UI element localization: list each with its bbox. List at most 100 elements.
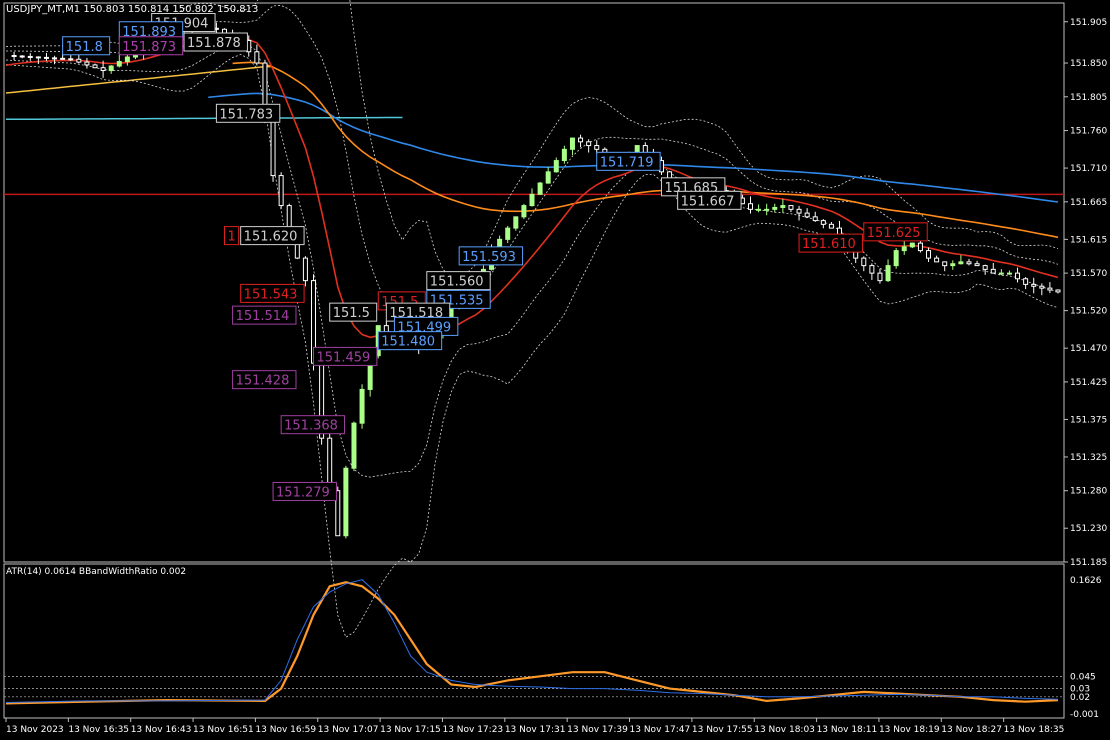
ma-blue-line <box>208 92 1059 203</box>
candle-body <box>537 182 543 195</box>
candle-body <box>529 193 535 207</box>
quote-high: 150.814 <box>127 4 170 15</box>
y-tick-label: 151.710 <box>1070 164 1107 174</box>
price-label-text: 151.480 <box>381 335 435 350</box>
candle-body <box>19 55 25 58</box>
candle-body <box>1031 283 1037 287</box>
atr-line <box>5 581 1059 705</box>
y-tick-label: 151.185 <box>1070 558 1107 568</box>
y-tick-label: 151.570 <box>1070 269 1107 279</box>
price-label-text: 151.543 <box>244 287 298 302</box>
price-label-text: 151.514 <box>236 309 290 324</box>
price-label-text: 151.625 <box>867 226 921 241</box>
candle-body <box>513 216 519 229</box>
y-tick-label: 151.520 <box>1070 307 1107 317</box>
candle-body <box>108 65 114 72</box>
candle-body <box>343 467 349 537</box>
y-tick-label: 151.905 <box>1070 18 1107 28</box>
price-label-text: 151.878 <box>187 36 241 51</box>
candle-body <box>11 55 17 58</box>
bbwr-label: BBandWidthRatio 0.002 <box>78 567 187 577</box>
candle-body <box>869 265 875 274</box>
candle-body <box>1039 285 1045 289</box>
price-chart[interactable]: 151.904151.893151.878151.873151.8151.783… <box>0 0 1110 740</box>
y-tick-label: 151.230 <box>1070 524 1107 534</box>
x-tick-label: 13 Nov 16:43 <box>131 725 192 735</box>
chart-window: 151.904151.893151.878151.873151.8151.783… <box>0 0 1110 740</box>
candle-body <box>958 261 964 265</box>
candle-body <box>43 56 49 59</box>
candle-body <box>1055 289 1061 293</box>
price-label-text: 151.560 <box>430 275 484 290</box>
price-label-text: 151.428 <box>236 374 290 389</box>
candle-body <box>820 220 826 225</box>
candle-body <box>1047 287 1053 291</box>
candle-body <box>877 272 883 282</box>
y-tick-label: 151.280 <box>1070 487 1107 497</box>
candle-body <box>27 55 33 58</box>
indicator-y-tick-label: 0.02 <box>1070 693 1090 703</box>
candle-body <box>926 250 932 259</box>
candle-body <box>934 257 940 263</box>
candle-body <box>950 263 956 267</box>
candle-body <box>254 51 260 64</box>
candle-body <box>917 242 923 252</box>
candle-body <box>828 223 834 229</box>
x-tick-label: 13 Nov 16:51 <box>193 725 254 735</box>
candle-body <box>966 261 972 265</box>
price-label-text: 151.459 <box>317 350 371 365</box>
candle-body <box>76 58 82 63</box>
candle-body <box>756 208 762 211</box>
x-tick-label: 13 Nov 16:59 <box>255 725 316 735</box>
candle-body <box>780 205 786 208</box>
x-tick-label: 13 Nov 17:07 <box>318 725 379 735</box>
candle-body <box>553 160 559 173</box>
price-label-text: 151.719 <box>600 155 654 170</box>
candle-body <box>901 246 907 252</box>
y-tick-label: 151.615 <box>1070 235 1107 245</box>
candle-body <box>861 257 867 267</box>
quote-close: 150.813 <box>216 4 259 15</box>
x-tick-label: 13 Nov 18:19 <box>879 725 940 735</box>
candle-body <box>100 67 106 72</box>
candle-body <box>569 137 575 150</box>
price-label-text: 1 <box>227 230 235 245</box>
x-tick-label: 13 Nov 2023 <box>6 725 64 735</box>
bbwr-line <box>5 579 1059 703</box>
x-tick-label: 13 Nov 17:15 <box>380 725 441 735</box>
price-label-text: 151.873 <box>122 40 176 55</box>
candle-body <box>747 203 753 210</box>
candle-body <box>982 265 988 270</box>
x-tick-label: 13 Nov 17:23 <box>442 725 503 735</box>
candle-body <box>796 208 802 214</box>
x-tick-label: 13 Nov 17:47 <box>630 725 691 735</box>
candle-body <box>52 57 58 60</box>
candle-body <box>92 64 98 69</box>
indicator-y-tick-label: -0.001 <box>1070 710 1099 720</box>
x-tick-label: 13 Nov 18:11 <box>817 725 878 735</box>
quote-low: 150.802 <box>172 4 214 15</box>
y-tick-label: 151.665 <box>1070 198 1107 208</box>
price-label-text: 151.620 <box>244 230 298 245</box>
price-label-text: 151.610 <box>802 237 856 252</box>
candle-body <box>116 61 122 67</box>
candle-body <box>60 57 66 60</box>
candle-body <box>788 205 794 210</box>
x-tick-label: 13 Nov 18:35 <box>1004 725 1065 735</box>
candle-body <box>1015 272 1021 280</box>
candle-body <box>270 118 276 177</box>
candle-body <box>804 212 810 218</box>
price-label-text: 151.667 <box>681 194 735 209</box>
bollinger-lower <box>5 54 1059 638</box>
y-tick-label: 151.325 <box>1070 453 1107 463</box>
candle-body <box>586 141 592 147</box>
candle-body <box>764 208 770 211</box>
candle-body <box>521 205 527 218</box>
candle-body <box>893 250 899 267</box>
price-label-text: 151.783 <box>219 107 273 122</box>
x-tick-label: 13 Nov 17:55 <box>692 725 753 735</box>
candle-body <box>124 56 130 63</box>
x-tick-label: 13 Nov 18:27 <box>941 725 1002 735</box>
x-tick-label: 13 Nov 16:35 <box>68 725 129 735</box>
candle-body <box>974 263 980 267</box>
